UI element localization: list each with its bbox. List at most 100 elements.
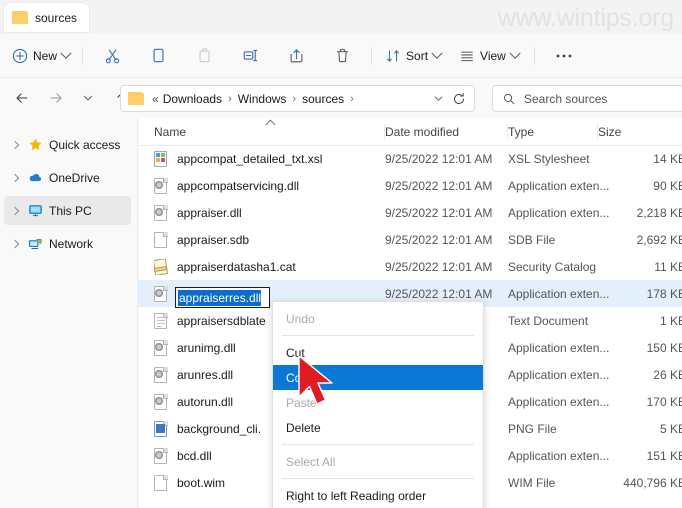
file-size: 178 KB [646,286,682,301]
file-name: appraiser.dll [177,205,242,220]
file-explorer-window: sources www.wintips.org New Sort View « … [0,0,682,508]
folder-icon [128,92,144,105]
sort-button[interactable]: Sort [378,41,448,71]
breadcrumb-separator[interactable]: › [346,93,358,105]
generic-file-icon [154,474,168,491]
file-name: bcd.dll [177,448,212,463]
sidebar-label: This PC [49,203,92,218]
share-icon [290,49,302,63]
share-button[interactable] [273,41,319,71]
menu-item-cut[interactable]: Cut [273,340,483,365]
file-name: appraiserdatasha1.cat [177,259,296,274]
file-name-cell: appcompatservicing.dll [154,177,364,194]
file-size: 150 KB [646,340,682,355]
file-type: SDB File [508,232,556,247]
breadcrumb-downloads[interactable]: Downloads [161,92,224,106]
star-icon [29,138,42,150]
sidebar-label: OneDrive [49,170,100,185]
breadcrumb-windows[interactable]: Windows [236,92,289,106]
column-header-size[interactable]: Size [598,118,682,145]
chevron-right-icon[interactable] [8,171,22,185]
sidebar-item-this-pc[interactable]: This PC [4,196,131,225]
menu-item-rtl-reading-order[interactable]: Right to left Reading order [273,483,483,508]
file-date: 9/25/2022 12:01 AM [385,205,493,220]
menu-item-select-all[interactable]: Select All [273,449,483,474]
file-name: appraisersdblate [177,313,266,328]
dll-file-icon [154,393,168,410]
search-input[interactable]: Search sources [492,85,682,112]
table-row[interactable]: appcompat_detailed_txt.xsl 9/25/2022 12:… [138,145,682,172]
file-type: Application exten... [508,286,610,301]
table-row[interactable]: appraiserdatasha1.cat 9/25/2022 12:01 AM… [138,253,682,280]
title-bar: sources www.wintips.org [0,0,682,34]
address-bar[interactable]: « Downloads › Windows › sources › [120,85,475,112]
rename-input[interactable]: appraiserres.dll [175,287,270,308]
explorer-tab-sources[interactable]: sources [4,3,90,32]
recent-locations-button[interactable] [74,84,102,112]
breadcrumb-overflow-icon[interactable]: « [147,92,161,106]
see-more-button[interactable] [541,41,587,71]
file-name-cell: appraiserdatasha1.cat [154,258,364,275]
cat-file-icon [154,258,169,275]
new-button-label: New [33,48,58,63]
file-name-cell: appraiser.sdb [154,231,364,248]
file-date: 9/25/2022 12:01 AM [385,286,493,301]
paste-button[interactable] [181,41,227,71]
column-header-type[interactable]: Type [508,118,598,145]
chevron-right-icon[interactable] [8,237,22,251]
breadcrumb-separator[interactable]: › [224,93,236,105]
cut-button[interactable] [89,41,135,71]
rename-button[interactable] [227,41,273,71]
menu-item-label: Undo [286,311,315,326]
refresh-button[interactable] [448,88,470,110]
chevron-down-icon [431,47,443,59]
sidebar-item-quick-access[interactable]: Quick access [4,130,131,159]
menu-separator [282,478,474,479]
arrow-right-icon [50,93,62,103]
chevron-down-icon [60,47,72,59]
table-row[interactable]: appcompatservicing.dll 9/25/2022 12:01 A… [138,172,682,199]
column-headers: Name Date modified Type Size [138,118,682,146]
chevron-right-icon[interactable] [8,138,22,152]
breadcrumb-separator[interactable]: › [288,93,300,105]
file-size: 1 KB [659,313,682,328]
view-button[interactable]: View [452,41,526,71]
tab-label: sources [35,10,78,25]
file-size: 11 KB [654,259,682,274]
sidebar-item-network[interactable]: Network [4,229,131,258]
menu-item-delete[interactable]: Delete [273,415,483,440]
chevron-down-icon [509,47,521,59]
network-icon [28,239,42,249]
breadcrumb-sources[interactable]: sources [300,92,346,106]
sort-ascending-icon [265,119,276,130]
menu-item-label: Paste [286,395,317,410]
back-button[interactable] [8,84,36,112]
column-header-date-modified[interactable]: Date modified [385,118,508,145]
column-header-name[interactable]: Name [154,118,385,145]
delete-button[interactable] [319,41,365,71]
file-date: 9/25/2022 12:01 AM [385,178,493,193]
menu-item-paste[interactable]: Paste [273,390,483,415]
menu-item-undo[interactable]: Undo [273,306,483,331]
table-row[interactable]: appraiser.dll 9/25/2022 12:01 AM Applica… [138,199,682,226]
file-size: 2,218 KB [636,205,682,220]
file-name: background_cli. [177,421,262,436]
file-type: Application exten... [508,448,610,463]
menu-item-copy[interactable]: Copy [273,365,483,390]
toolbar-separator [82,46,84,65]
dll-file-icon [154,447,168,464]
forward-button[interactable] [42,84,70,112]
context-menu: Undo Cut Copy Paste Delete Select All Ri… [272,301,484,508]
copy-button[interactable] [135,41,181,71]
file-type: WIM File [508,475,556,490]
table-row[interactable]: appraiser.sdb 9/25/2022 12:01 AM SDB Fil… [138,226,682,253]
arrow-left-icon [16,93,28,103]
address-dropdown-button[interactable] [428,88,448,110]
copy-icon [153,48,164,63]
paste-icon [199,48,210,63]
dll-file-icon [154,285,168,302]
new-button[interactable]: New [8,41,76,71]
sidebar-item-onedrive[interactable]: OneDrive [4,163,131,192]
chevron-right-icon[interactable] [8,204,22,218]
file-name: boot.wim [177,475,226,490]
